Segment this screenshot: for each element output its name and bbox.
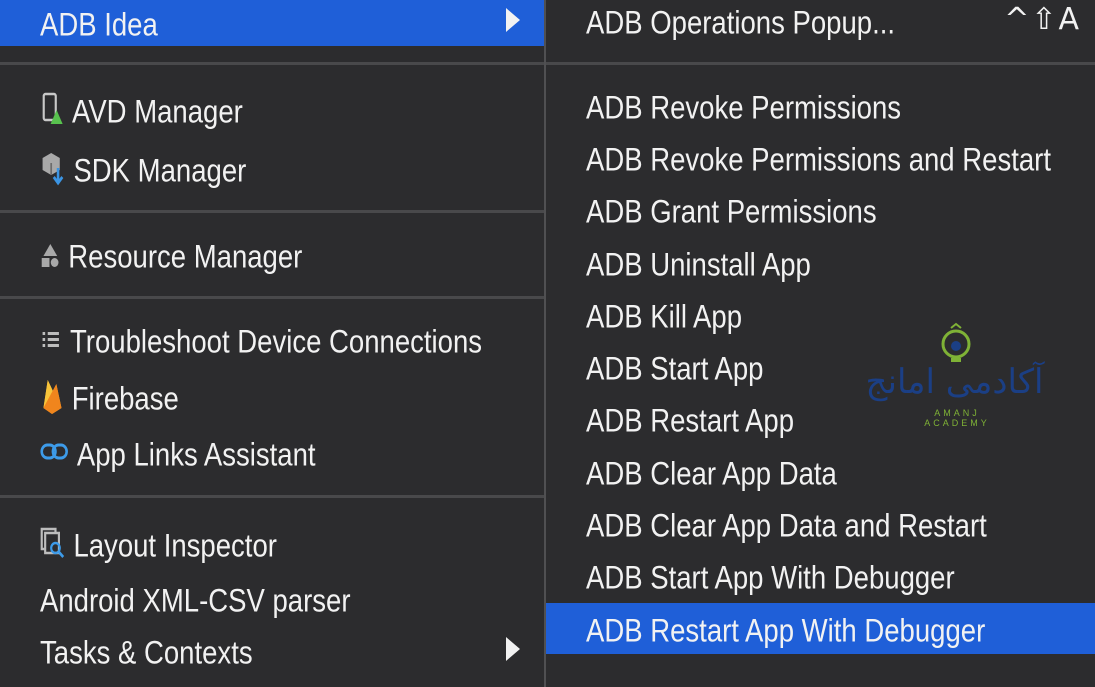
menu-item-label: Tasks & Contexts <box>40 634 253 671</box>
menu-item-label: SDK Manager <box>73 152 247 189</box>
menu-item-layout-inspector[interactable]: Layout Inspector <box>40 526 473 565</box>
menu-item-resource-manager[interactable]: Resource Manager <box>40 238 473 275</box>
menu-item-label: ADB Clear App Data <box>586 455 837 492</box>
menu-item-android-xml-csv-parser[interactable]: Android XML-CSV parser <box>40 582 473 617</box>
keyboard-shortcut: ^⇧A <box>1004 2 1081 37</box>
menu-item-adb-grant-permissions[interactable]: ADB Grant Permissions <box>586 193 1024 228</box>
menu-item-adb-revoke-permissions[interactable]: ADB Revoke Permissions <box>586 89 1024 124</box>
menu-separator <box>0 62 544 65</box>
chevron-right-icon <box>506 8 520 32</box>
menu-item-label: ADB Revoke Permissions <box>586 89 902 126</box>
menu-separator <box>0 296 544 299</box>
menu-item-firebase[interactable]: Firebase <box>40 376 473 421</box>
menu-item-label: ADB Restart App With Debugger <box>586 612 986 649</box>
menu-item-label: ADB Operations Popup... <box>586 4 896 41</box>
watermark-logo: آکادمی امانج AMANJ ACADEMY <box>862 322 1047 428</box>
menu-item-adb-revoke-permissions-restart[interactable]: ADB Revoke Permissions and Restart <box>586 141 1051 176</box>
menu-item-adb-operations-popup[interactable]: ADB Operations Popup... <box>586 4 1024 39</box>
menu-separator <box>546 62 1095 65</box>
menu-item-label: Layout Inspector <box>73 527 277 564</box>
chevron-right-icon <box>506 637 520 661</box>
menu-item-label: ADB Idea <box>40 6 158 43</box>
menu-item-adb-idea[interactable]: ADB Idea <box>40 6 473 41</box>
menu-item-avd-manager[interactable]: AVD Manager <box>42 92 474 131</box>
sdk-box-icon <box>40 150 66 191</box>
menu-item-adb-uninstall-app[interactable]: ADB Uninstall App <box>586 246 1024 281</box>
menu-item-tasks-contexts[interactable]: Tasks & Contexts <box>40 634 473 669</box>
list-icon <box>40 324 62 359</box>
menu-item-adb-restart-app-with-debugger[interactable]: ADB Restart App With Debugger <box>586 612 1024 647</box>
menu-item-label: Troubleshoot Device Connections <box>70 323 483 360</box>
resource-shapes-icon <box>40 238 61 275</box>
menu-item-adb-start-app-with-debugger[interactable]: ADB Start App With Debugger <box>586 559 1024 594</box>
menu-item-label: Android XML-CSV parser <box>40 582 351 619</box>
menu-item-label: ADB Clear App Data and Restart <box>586 507 987 544</box>
watermark-subtitle: AMANJ ACADEMY <box>924 408 990 428</box>
avd-device-icon <box>42 92 64 131</box>
menu-item-adb-clear-app-data-restart[interactable]: ADB Clear App Data and Restart <box>586 507 1024 542</box>
menu-item-label: ADB Kill App <box>586 298 743 335</box>
menu-item-label: ADB Start App With Debugger <box>586 559 955 596</box>
menu-item-label: ADB Start App <box>586 350 764 387</box>
menu-item-label: ADB Grant Permissions <box>586 193 877 230</box>
watermark-text: آکادمی امانج <box>865 362 1044 402</box>
menu-separator <box>0 210 544 213</box>
menu-item-label: Resource Manager <box>68 238 303 275</box>
menu-item-label: AVD Manager <box>72 93 243 130</box>
layout-inspector-icon <box>40 526 66 565</box>
link-icon <box>40 437 69 472</box>
menu-item-label: ADB Restart App <box>586 402 795 439</box>
menu-item-label: ADB Uninstall App <box>586 246 811 283</box>
menu-item-adb-clear-app-data[interactable]: ADB Clear App Data <box>586 455 1024 490</box>
menu-item-label: Firebase <box>71 380 179 417</box>
menu-item-troubleshoot-device-connections[interactable]: Troubleshoot Device Connections <box>40 323 482 359</box>
menu-item-app-links-assistant[interactable]: App Links Assistant <box>40 436 473 472</box>
menu-item-label: ADB Revoke Permissions and Restart <box>586 141 1051 178</box>
menu-separator <box>0 495 544 498</box>
menu-item-label: App Links Assistant <box>76 436 316 473</box>
firebase-flame-icon <box>40 376 64 421</box>
main-menu: ADB Idea AVD Manager SDK Manager Resourc… <box>0 0 544 687</box>
menu-item-sdk-manager[interactable]: SDK Manager <box>40 150 473 191</box>
